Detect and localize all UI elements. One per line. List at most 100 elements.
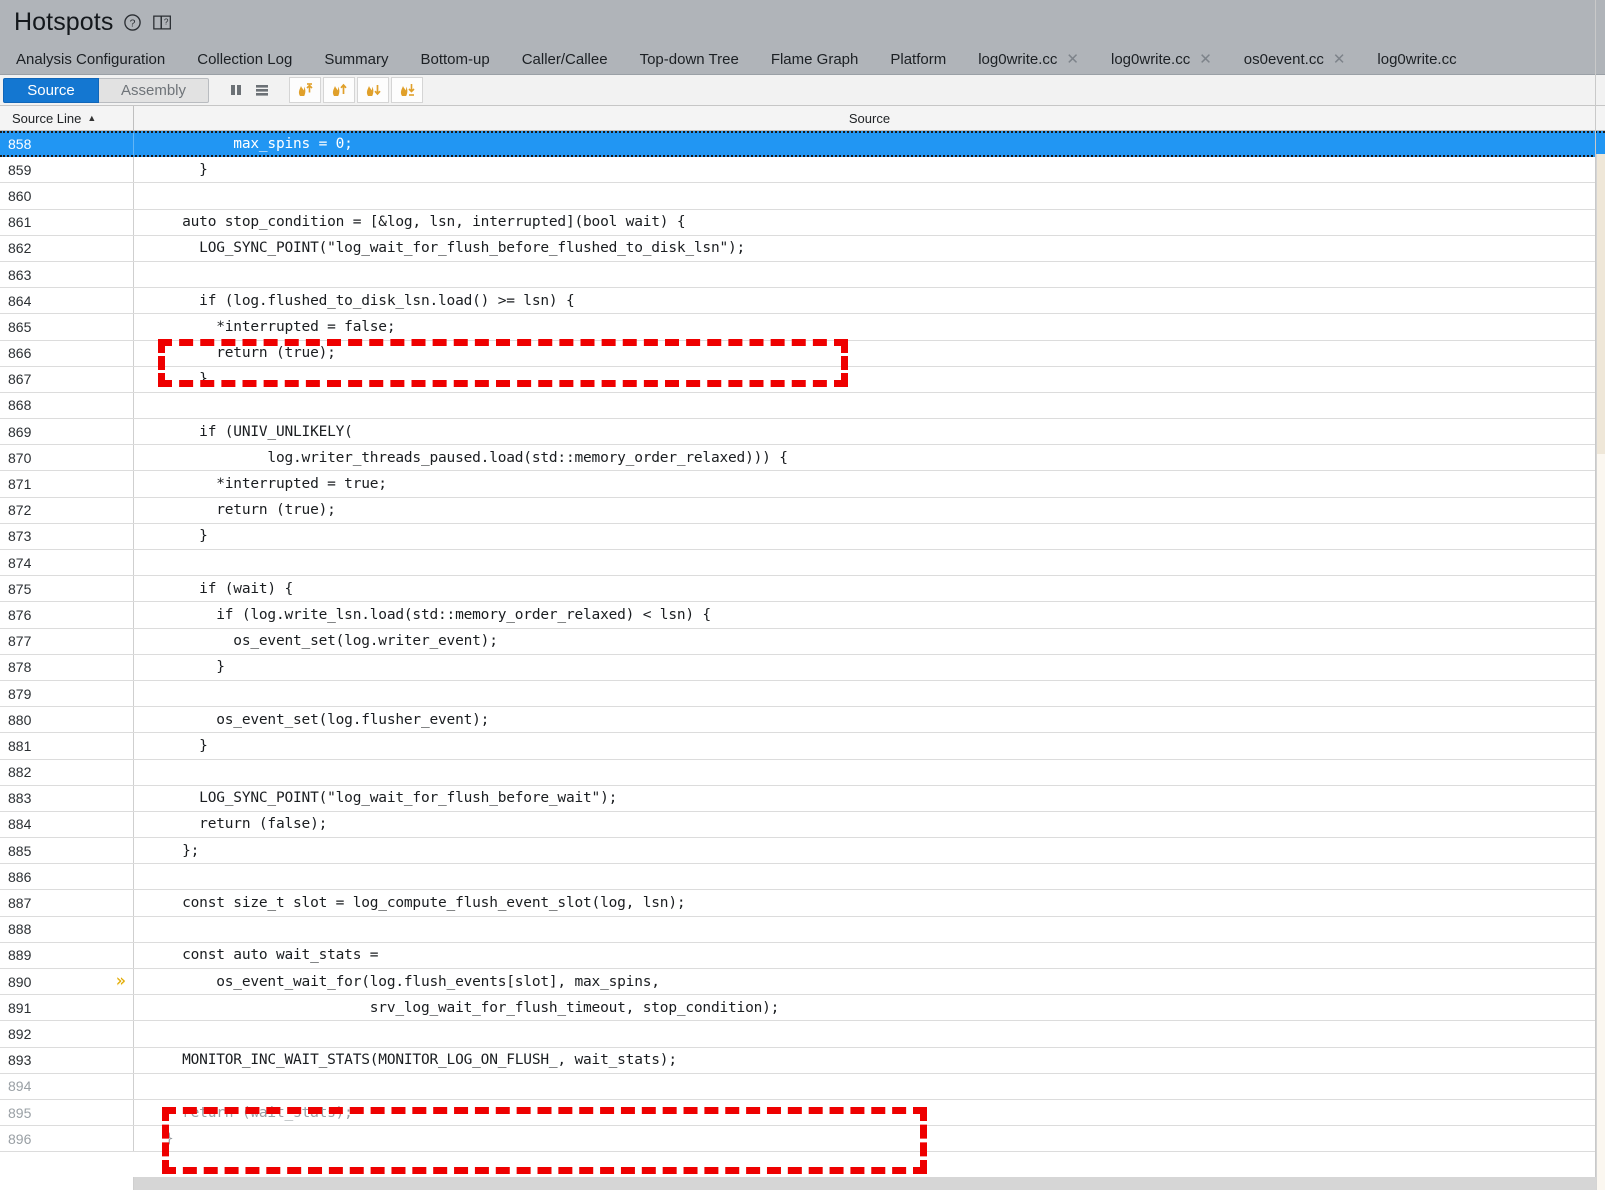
flame-prev-hotspot-top-icon[interactable] bbox=[289, 77, 321, 103]
table-row[interactable]: 896 } bbox=[0, 1126, 1605, 1152]
source-line-number: 889 bbox=[0, 943, 134, 968]
source-line-number: 874 bbox=[0, 550, 134, 575]
source-code-grid[interactable]: 858 max_spins = 0;859 }860861 auto stop_… bbox=[0, 131, 1605, 1190]
source-line-number: 882 bbox=[0, 760, 134, 785]
table-row[interactable]: 859 } bbox=[0, 157, 1605, 183]
close-icon[interactable]: ✕ bbox=[1333, 52, 1346, 67]
table-row[interactable]: 889 const auto wait_stats = bbox=[0, 943, 1605, 969]
source-line-code: } bbox=[134, 1131, 1605, 1147]
table-row[interactable]: 892 bbox=[0, 1021, 1605, 1047]
source-line-code: const auto wait_stats = bbox=[134, 947, 1605, 963]
tab-log0write-cc-2[interactable]: log0write.cc ✕ bbox=[1095, 44, 1228, 75]
tab-summary[interactable]: Summary bbox=[308, 44, 404, 75]
tab-label: log0write.cc bbox=[1111, 44, 1190, 75]
table-row[interactable]: 877 os_event_set(log.writer_event); bbox=[0, 629, 1605, 655]
close-icon[interactable]: ✕ bbox=[1199, 52, 1212, 67]
source-line-code: LOG_SYNC_POINT("log_wait_for_flush_befor… bbox=[134, 240, 1605, 256]
table-row[interactable]: 880 os_event_set(log.flusher_event); bbox=[0, 707, 1605, 733]
source-line-number: 866 bbox=[0, 341, 134, 366]
tab-top-down-tree[interactable]: Top-down Tree bbox=[624, 44, 755, 75]
table-row[interactable]: 895 return (wait_stats); bbox=[0, 1100, 1605, 1126]
table-row[interactable]: 860 bbox=[0, 183, 1605, 209]
source-toggle-button[interactable]: Source bbox=[3, 78, 99, 103]
table-row[interactable]: 888 bbox=[0, 917, 1605, 943]
source-line-number: 861 bbox=[0, 210, 134, 235]
source-line-number: 880 bbox=[0, 707, 134, 732]
table-row[interactable]: 864 if (log.flushed_to_disk_lsn.load() >… bbox=[0, 288, 1605, 314]
table-row[interactable]: 874 bbox=[0, 550, 1605, 576]
table-row[interactable]: 890 os_event_wait_for(log.flush_events[s… bbox=[0, 969, 1605, 995]
table-row[interactable]: 886 bbox=[0, 864, 1605, 890]
tab-platform[interactable]: Platform bbox=[874, 44, 962, 75]
source-line-code: srv_log_wait_for_flush_timeout, stop_con… bbox=[134, 1000, 1605, 1016]
table-row[interactable]: 858 max_spins = 0; bbox=[0, 131, 1605, 157]
source-line-number: 885 bbox=[0, 838, 134, 863]
table-row[interactable]: 871 *interrupted = true; bbox=[0, 471, 1605, 497]
source-line-code: if (wait) { bbox=[134, 581, 1605, 597]
source-line-number: 873 bbox=[0, 524, 134, 549]
table-row[interactable]: 867 } bbox=[0, 367, 1605, 393]
tab-flame-graph[interactable]: Flame Graph bbox=[755, 44, 875, 75]
table-row[interactable]: 878 } bbox=[0, 655, 1605, 681]
tab-collection-log[interactable]: Collection Log bbox=[181, 44, 308, 75]
table-row[interactable]: 891 srv_log_wait_for_flush_timeout, stop… bbox=[0, 995, 1605, 1021]
table-row[interactable]: 894 bbox=[0, 1074, 1605, 1100]
flame-prev-hotspot-icon[interactable] bbox=[323, 77, 355, 103]
table-row[interactable]: 863 bbox=[0, 262, 1605, 288]
book-help-icon[interactable]: ? bbox=[152, 13, 174, 32]
hotspot-marker-icon[interactable]: » bbox=[111, 972, 131, 992]
column-header-source[interactable]: Source bbox=[134, 106, 1605, 131]
source-line-code: *interrupted = false; bbox=[134, 319, 1605, 335]
source-line-code: log.writer_threads_paused.load(std::memo… bbox=[134, 450, 1605, 466]
source-line-number: 860 bbox=[0, 183, 134, 208]
source-line-number: 872 bbox=[0, 498, 134, 523]
tab-caller-callee[interactable]: Caller/Callee bbox=[506, 44, 624, 75]
source-line-number: 871 bbox=[0, 471, 134, 496]
svg-text:?: ? bbox=[130, 18, 136, 29]
table-row[interactable]: 893 MONITOR_INC_WAIT_STATS(MONITOR_LOG_O… bbox=[0, 1048, 1605, 1074]
table-row[interactable]: 884 return (false); bbox=[0, 812, 1605, 838]
source-line-code: auto stop_condition = [&log, lsn, interr… bbox=[134, 214, 1605, 230]
table-row[interactable]: 873 } bbox=[0, 524, 1605, 550]
table-row[interactable]: 866 return (true); bbox=[0, 341, 1605, 367]
close-icon[interactable]: ✕ bbox=[1066, 52, 1079, 67]
list-view-icon[interactable] bbox=[249, 78, 275, 103]
table-row[interactable]: 862 LOG_SYNC_POINT("log_wait_for_flush_b… bbox=[0, 236, 1605, 262]
table-row[interactable]: 881 } bbox=[0, 733, 1605, 759]
assembly-toggle-button[interactable]: Assembly bbox=[99, 78, 209, 103]
table-row[interactable]: 887 const size_t slot = log_compute_flus… bbox=[0, 890, 1605, 916]
table-row[interactable]: 868 bbox=[0, 393, 1605, 419]
table-row[interactable]: 869 if (UNIV_UNLIKELY( bbox=[0, 419, 1605, 445]
source-line-number: 863 bbox=[0, 262, 134, 287]
flame-next-hotspot-bottom-icon[interactable] bbox=[391, 77, 423, 103]
table-row[interactable]: 879 bbox=[0, 681, 1605, 707]
source-line-code: if (log.write_lsn.load(std::memory_order… bbox=[134, 607, 1605, 623]
split-pane-icon[interactable] bbox=[223, 78, 249, 103]
flame-next-hotspot-icon[interactable] bbox=[357, 77, 389, 103]
source-line-code: } bbox=[134, 738, 1605, 754]
source-line-number: 879 bbox=[0, 681, 134, 706]
source-line-number: 867 bbox=[0, 367, 134, 392]
horizontal-scrollbar[interactable] bbox=[134, 1177, 1596, 1190]
vertical-scrollbar-thumb[interactable] bbox=[1597, 154, 1605, 454]
table-row[interactable]: 883 LOG_SYNC_POINT("log_wait_for_flush_b… bbox=[0, 786, 1605, 812]
table-row[interactable]: 882 bbox=[0, 760, 1605, 786]
table-row[interactable]: 870 log.writer_threads_paused.load(std::… bbox=[0, 445, 1605, 471]
table-row[interactable]: 872 return (true); bbox=[0, 498, 1605, 524]
tab-analysis-configuration[interactable]: Analysis Configuration bbox=[0, 44, 181, 75]
table-row[interactable]: 861 auto stop_condition = [&log, lsn, in… bbox=[0, 210, 1605, 236]
table-row[interactable]: 865 *interrupted = false; bbox=[0, 314, 1605, 340]
tab-bottom-up[interactable]: Bottom-up bbox=[405, 44, 506, 75]
tab-os0event-cc[interactable]: os0event.cc ✕ bbox=[1228, 44, 1362, 75]
tab-label: Top-down Tree bbox=[640, 44, 739, 75]
table-row[interactable]: 876 if (log.write_lsn.load(std::memory_o… bbox=[0, 602, 1605, 628]
vertical-scrollbar[interactable] bbox=[1596, 154, 1605, 1190]
tab-log0write-cc-1[interactable]: log0write.cc ✕ bbox=[962, 44, 1095, 75]
table-row[interactable]: 885 }; bbox=[0, 838, 1605, 864]
question-circle-icon[interactable]: ? bbox=[123, 13, 142, 32]
source-line-number: 870 bbox=[0, 445, 134, 470]
view-tab-strip[interactable]: Analysis Configuration Collection Log Su… bbox=[0, 44, 1605, 75]
column-header-source-line[interactable]: Source Line ▲ bbox=[0, 106, 134, 131]
table-row[interactable]: 875 if (wait) { bbox=[0, 576, 1605, 602]
tab-log0write-cc-3[interactable]: log0write.cc bbox=[1361, 44, 1472, 75]
